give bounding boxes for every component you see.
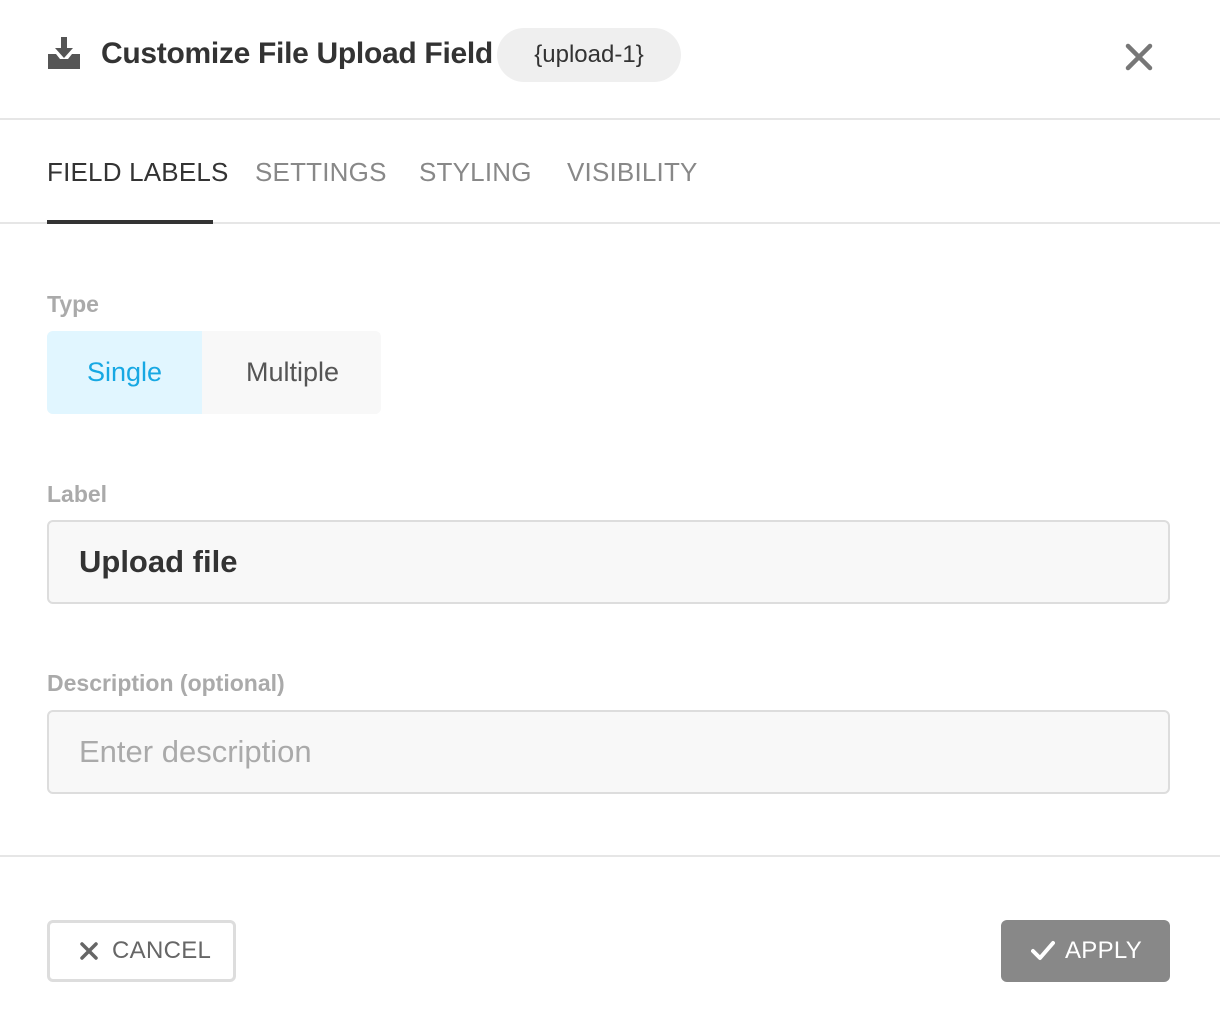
field-id-badge: {upload-1} <box>497 28 681 82</box>
type-option-single[interactable]: Single <box>47 331 202 414</box>
label-field-label: Label <box>47 481 108 507</box>
close-icon[interactable] <box>1120 38 1158 76</box>
description-field-label: Description (optional) <box>47 670 285 696</box>
cancel-button-label: CANCEL <box>112 937 212 964</box>
description-input[interactable] <box>47 710 1170 794</box>
apply-button-label: APPLY <box>1065 937 1143 964</box>
type-option-multiple[interactable]: Multiple <box>204 331 381 414</box>
tab-bar: FIELD LABELS SETTINGS STYLING VISIBILITY <box>0 120 1220 224</box>
tab-visibility[interactable]: VISIBILITY <box>567 156 698 188</box>
apply-button[interactable]: APPLY <box>1001 920 1170 982</box>
modal-title: Customize File Upload Field <box>101 37 493 70</box>
type-label: Type <box>47 291 99 317</box>
download-tray-icon <box>48 37 80 69</box>
modal-header: Customize File Upload Field {upload-1} <box>0 0 1220 120</box>
tab-field-labels[interactable]: FIELD LABELS <box>47 156 229 188</box>
checkmark-icon <box>1031 941 1055 960</box>
cancel-button[interactable]: CANCEL <box>47 920 236 982</box>
tab-settings[interactable]: SETTINGS <box>255 156 387 188</box>
customize-field-modal: Customize File Upload Field {upload-1} F… <box>0 0 1220 1018</box>
active-tab-indicator <box>47 220 213 224</box>
tab-styling[interactable]: STYLING <box>419 156 532 188</box>
close-icon <box>80 942 98 960</box>
label-input[interactable] <box>47 520 1170 604</box>
type-toggle-group: Single Multiple <box>47 331 381 414</box>
footer-divider <box>0 855 1220 857</box>
